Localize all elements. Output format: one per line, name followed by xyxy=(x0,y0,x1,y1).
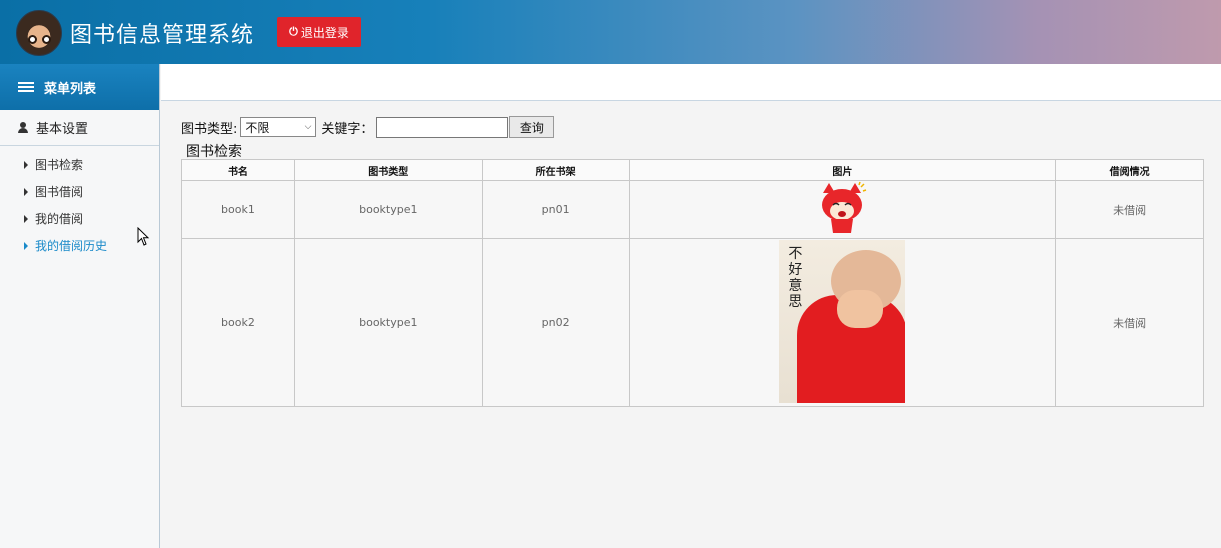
cell-image xyxy=(628,180,1057,239)
column-header-status: 借阅情况 xyxy=(1055,159,1204,181)
content-top-bar xyxy=(161,64,1221,101)
app-title: 图书信息管理系统 xyxy=(70,23,255,48)
photo-caption: 不好意思 xyxy=(788,245,803,310)
sidebar-item-label: 我的借阅 xyxy=(35,212,84,226)
sidebar-item-my-borrow-history[interactable]: 我的借阅历史 xyxy=(0,232,159,259)
menu-list-header: 菜单列表 xyxy=(0,64,159,110)
book-type-value: 不限 xyxy=(245,120,270,135)
avatar xyxy=(16,10,62,56)
list-icon xyxy=(18,82,34,92)
book-type-label: 图书类型: xyxy=(181,121,238,137)
search-form: 图书类型: 不限 ⌵ 关键字： 查询 xyxy=(181,116,555,138)
query-button[interactable]: 查询 xyxy=(509,116,555,138)
sidebar-item-book-search[interactable]: 图书检索 xyxy=(0,151,159,178)
cell-book-name: book1 xyxy=(181,180,295,239)
sidebar-item-label: 图书检索 xyxy=(35,158,84,172)
power-icon: ⏻ xyxy=(289,25,298,38)
section-label: 基本设置 xyxy=(36,122,89,137)
logout-label: 退出登录 xyxy=(300,25,349,40)
page-title: 图书检索 xyxy=(186,144,242,160)
menu-list-title: 菜单列表 xyxy=(44,81,97,97)
section-basic-settings[interactable]: 基本设置 xyxy=(0,110,159,146)
column-header-type: 图书类型 xyxy=(293,159,483,181)
baby-photo-image: 不好意思 xyxy=(779,239,906,403)
cell-status: 未借阅 xyxy=(1055,180,1204,239)
mouse-cursor-icon xyxy=(137,227,150,246)
top-header: 图书信息管理系统 ⏻ 退出登录 xyxy=(0,0,1221,64)
caret-right-icon xyxy=(24,187,28,196)
caret-right-icon xyxy=(24,214,28,223)
column-header-shelf: 所在书架 xyxy=(481,159,630,181)
table-header-row: 书名 图书类型 所在书架 图片 借阅情况 xyxy=(181,159,1204,181)
keyword-input[interactable] xyxy=(376,116,509,138)
keyword-label: 关键字： xyxy=(321,121,374,137)
table-row[interactable]: book1 booktype1 pn01 未借阅 xyxy=(181,180,1204,239)
caret-right-icon xyxy=(24,241,28,250)
logout-button[interactable]: ⏻ 退出登录 xyxy=(277,17,361,47)
caret-right-icon xyxy=(24,160,28,169)
chevron-down-icon: ⌵ xyxy=(304,122,312,132)
sidebar-item-label: 我的借阅历史 xyxy=(35,239,108,253)
column-header-image: 图片 xyxy=(628,159,1057,181)
cell-status: 未借阅 xyxy=(1055,238,1204,407)
cell-shelf: pn01 xyxy=(481,180,630,239)
sidebar-item-book-borrow[interactable]: 图书借阅 xyxy=(0,178,159,205)
cell-book-type: booktype1 xyxy=(293,238,483,407)
cell-book-type: booktype1 xyxy=(293,180,483,239)
sidebar-nav: 图书检索 图书借阅 我的借阅 我的借阅历史 xyxy=(0,146,159,259)
sidebar-item-my-borrow[interactable]: 我的借阅 xyxy=(0,205,159,232)
table-row[interactable]: book2 booktype1 pn02 不好意思 未借阅 xyxy=(181,238,1204,407)
fox-cartoon-image xyxy=(822,181,867,233)
cell-shelf: pn02 xyxy=(481,238,630,407)
cell-book-name: book2 xyxy=(181,238,295,407)
book-type-select[interactable]: 不限 ⌵ xyxy=(240,117,317,137)
books-table: 书名 图书类型 所在书架 图片 借阅情况 book1 booktype1 pn0… xyxy=(181,159,1204,407)
sidebar-item-label: 图书借阅 xyxy=(35,185,84,199)
user-icon xyxy=(18,121,28,134)
cell-image: 不好意思 xyxy=(628,238,1057,407)
column-header-name: 书名 xyxy=(181,159,295,181)
sidebar: 菜单列表 基本设置 图书检索 图书借阅 我的借阅 我的借阅历史 xyxy=(0,64,160,548)
